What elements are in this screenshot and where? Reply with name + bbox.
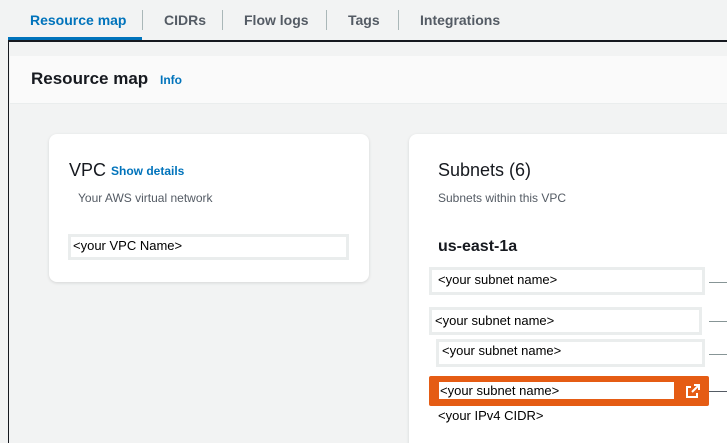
subnets-description: Subnets within this VPC	[438, 191, 567, 205]
subnet-connector	[709, 282, 727, 283]
tab-flow-logs[interactable]: Flow logs	[244, 0, 309, 40]
external-link-icon[interactable]	[685, 383, 701, 399]
subnet-connector	[709, 354, 727, 355]
vpc-name[interactable]: <your VPC Name>	[68, 234, 349, 260]
tab-separator	[222, 10, 223, 30]
subnets-title: Subnets (6)	[438, 160, 532, 180]
selected-subnet-name: <your subnet name>	[439, 382, 674, 399]
tab-separator	[142, 10, 143, 30]
tab-cidrs[interactable]: CIDRs	[164, 0, 206, 40]
subnet-connector	[709, 321, 727, 322]
tab-bar: Resource map CIDRs Flow logs Tags Integr…	[0, 0, 727, 40]
tab-separator	[326, 10, 327, 30]
vpc-description: Your AWS virtual network	[78, 191, 213, 205]
page-title: Resource map	[31, 69, 149, 88]
subnet-item[interactable]: <your subnet name>	[429, 307, 702, 335]
subnet-cidr: <your IPv4 CIDR>	[438, 408, 544, 423]
panel-header: Resource map Info	[10, 56, 727, 104]
subnet-item[interactable]: <your subnet name>	[429, 267, 705, 295]
tab-tags[interactable]: Tags	[348, 0, 380, 40]
subnet-item[interactable]: <your subnet name>	[436, 339, 705, 367]
subnets-card: Subnets (6) Subnets within this VPC us-e…	[409, 134, 727, 443]
subnet-connector	[709, 391, 727, 392]
info-link[interactable]: Info	[160, 73, 182, 87]
vpc-card: VPC Show details Your AWS virtual networ…	[49, 134, 369, 282]
tab-resource-map[interactable]: Resource map	[30, 0, 126, 40]
availability-zone-heading: us-east-1a	[438, 238, 518, 255]
show-details-link[interactable]: Show details	[111, 164, 184, 178]
vpc-title: VPC	[69, 160, 107, 180]
tab-separator	[398, 10, 399, 30]
tab-integrations[interactable]: Integrations	[420, 0, 500, 40]
subnet-item-selected[interactable]: <your subnet name>	[429, 376, 709, 406]
